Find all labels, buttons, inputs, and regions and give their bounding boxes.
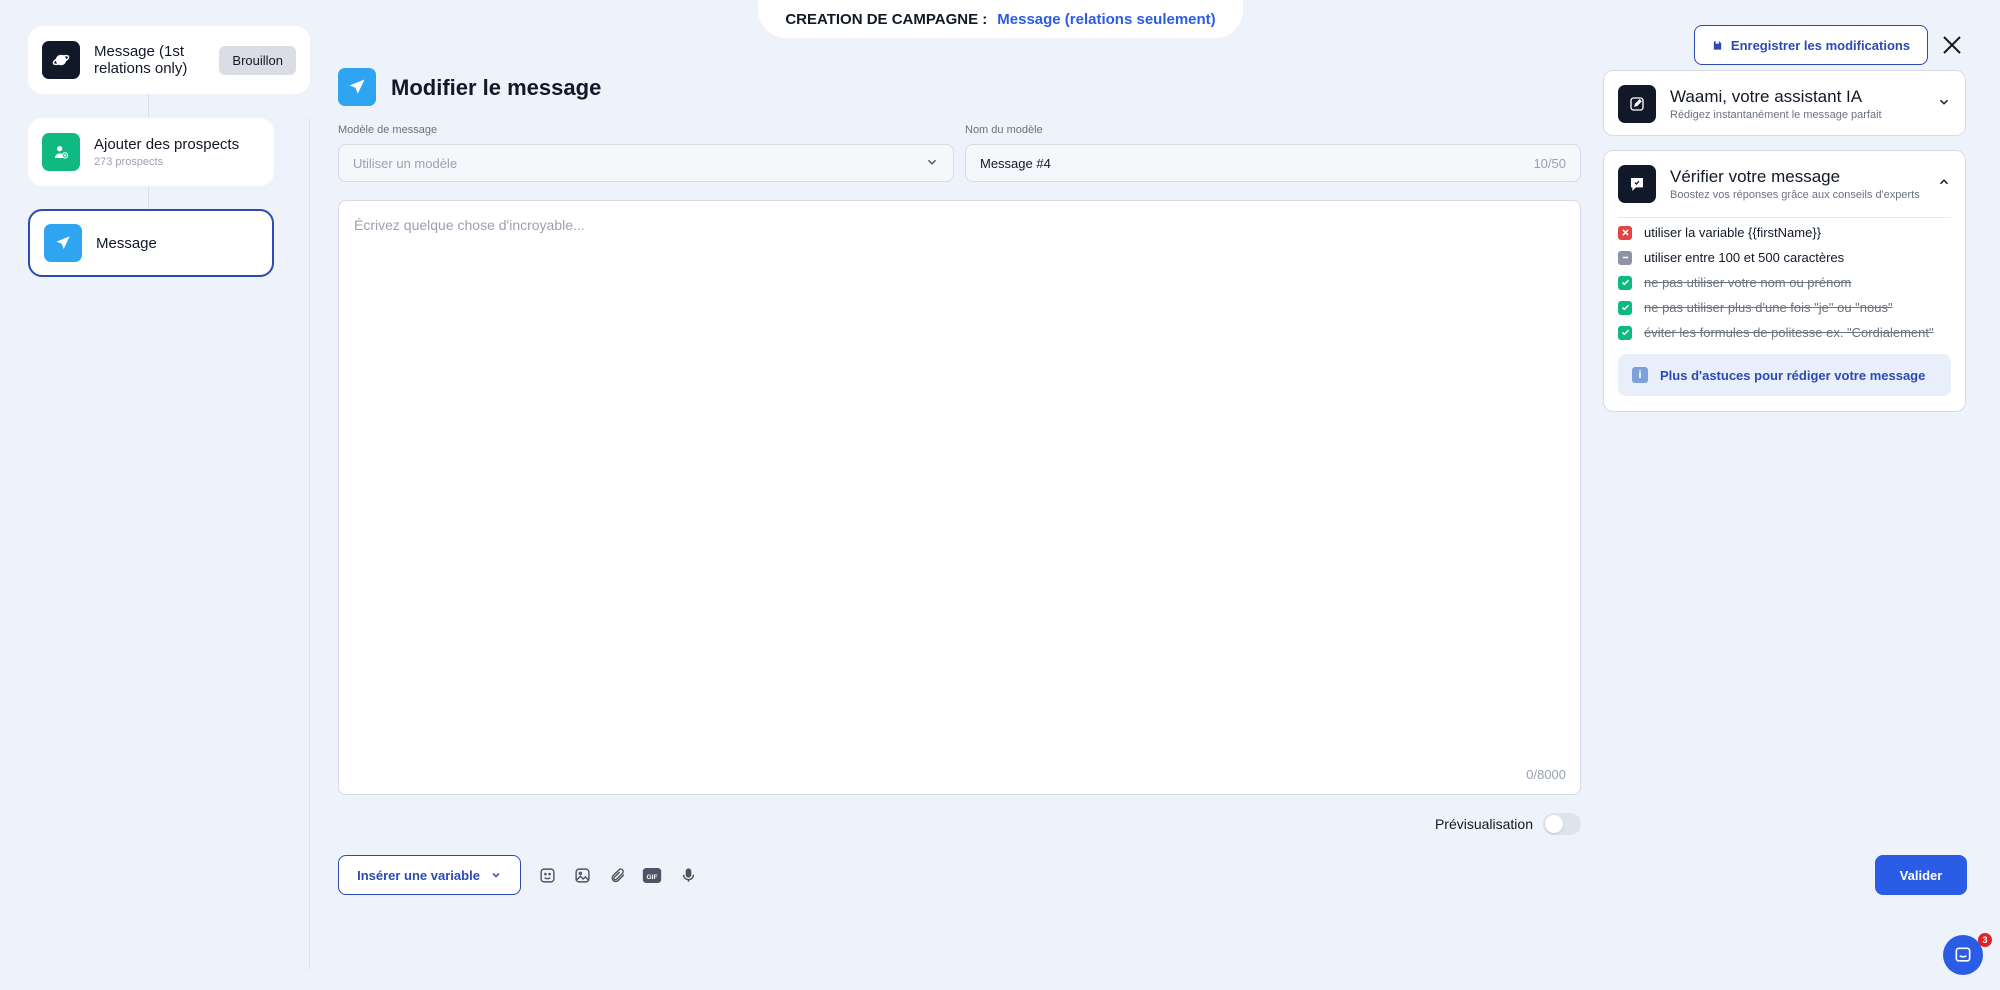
chat-check-icon: [1618, 165, 1656, 203]
step-message-campaign[interactable]: Message (1st relations only) Brouillon: [28, 26, 310, 94]
step-title: Ajouter des prospects: [94, 136, 240, 153]
save-changes-button[interactable]: Enregistrer les modifications: [1694, 25, 1928, 65]
preview-toggle-group: Prévisualisation: [1435, 813, 1581, 835]
template-name-value: Message #4: [980, 155, 1051, 171]
step-connector: [148, 94, 149, 118]
chevron-down-icon: [925, 155, 939, 172]
verify-title: Vérifier votre message: [1670, 167, 1841, 186]
check-item: ne pas utiliser plus d'une fois "je" ou …: [1618, 300, 1893, 315]
template-label: Modèle de message: [338, 124, 438, 136]
check-text: éviter les formules de politesse ex. "Co…: [1644, 325, 1934, 340]
more-tips-label: Plus d'astuces pour rédiger votre messag…: [1660, 367, 1926, 383]
info-icon: i: [1632, 367, 1648, 383]
planet-icon: [42, 41, 80, 79]
character-counter: 10/50: [1533, 155, 1566, 171]
check-text: ne pas utiliser votre nom ou prénom: [1644, 275, 1852, 290]
insert-variable-button[interactable]: Insérer une variable: [338, 855, 521, 895]
submit-button[interactable]: Valider: [1875, 855, 1967, 895]
editor-counter: 0/8000: [1526, 767, 1566, 782]
step-connector: [148, 186, 149, 209]
save-changes-label: Enregistrer les modifications: [1730, 37, 1911, 53]
send-icon: [338, 68, 376, 106]
check-item: utiliser entre 100 et 500 caractères: [1618, 250, 1844, 265]
campaign-label: CREATION DE CAMPAGNE :: [785, 10, 988, 28]
step-title: Message (1st relations only): [94, 43, 188, 77]
save-icon: [1713, 40, 1722, 50]
verify-subtitle: Boostez vos réponses grâce aux conseils …: [1670, 189, 1920, 201]
notification-badge: 3: [1978, 933, 1992, 947]
chevron-down-icon: [492, 872, 500, 878]
emoji-icon[interactable]: [536, 864, 558, 886]
image-icon[interactable]: [571, 864, 593, 886]
add-user-icon: [42, 133, 80, 171]
chat-icon: [1955, 947, 1971, 962]
close-icon[interactable]: [1940, 33, 1964, 57]
checkmark-icon: [1618, 300, 1632, 315]
step-title: Message: [96, 234, 157, 252]
template-placeholder: Utiliser un modèle: [353, 155, 458, 171]
attachment-icon[interactable]: [606, 864, 628, 886]
check-item: ne pas utiliser votre nom ou prénom: [1618, 275, 1851, 290]
campaign-type: Message (relations seulement): [997, 10, 1216, 28]
microphone-icon[interactable]: [677, 864, 699, 886]
step-add-prospects[interactable]: Ajouter des prospects 273 prospects: [28, 118, 274, 186]
name-label: Nom du modèle: [965, 124, 1043, 136]
check-text: ne pas utiliser plus d'une fois "je" ou …: [1644, 300, 1893, 315]
assistant-subtitle: Rédigez instantanément le message parfai…: [1670, 109, 1882, 121]
check-text: utiliser entre 100 et 500 caractères: [1644, 250, 1845, 265]
campaign-header-tab: CREATION DE CAMPAGNE : Message (relation…: [758, 0, 1243, 38]
checkmark-icon: [1618, 275, 1632, 290]
error-icon: [1618, 225, 1632, 240]
check-item: utiliser la variable {{firstName}}: [1618, 225, 1821, 240]
more-tips-link[interactable]: i Plus d'astuces pour rédiger votre mess…: [1618, 354, 1951, 396]
chevron-up-icon[interactable]: [1937, 175, 1951, 194]
card-divider: [1618, 217, 1951, 218]
edit-icon: [1618, 85, 1656, 123]
check-item: éviter les formules de politesse ex. "Co…: [1618, 325, 1934, 340]
send-icon: [44, 224, 82, 262]
chat-widget-button[interactable]: [1943, 935, 1983, 975]
panel-divider: [309, 118, 310, 970]
checkmark-icon: [1618, 325, 1632, 340]
step-message[interactable]: Message: [28, 209, 274, 277]
verify-message-card: Vérifier votre message Boostez vos répon…: [1603, 150, 1966, 412]
check-text: utiliser la variable {{firstName}}: [1644, 225, 1822, 240]
svg-text:GIF: GIF: [646, 873, 657, 880]
ai-assistant-card[interactable]: Waami, votre assistant IA Rédigez instan…: [1603, 70, 1966, 136]
page-title: Modifier le message: [391, 75, 602, 100]
preview-label: Prévisualisation: [1434, 816, 1533, 832]
editor-placeholder: Écrivez quelque chose d'incroyable...: [354, 217, 585, 233]
template-select[interactable]: Utiliser un modèle: [338, 144, 954, 182]
step-subtitle: 273 prospects: [94, 156, 164, 168]
chevron-down-icon[interactable]: [1937, 95, 1951, 114]
status-badge: Brouillon: [219, 45, 296, 75]
pending-icon: [1618, 250, 1632, 265]
template-name-input[interactable]: Message #4 10/50: [965, 144, 1581, 182]
insert-variable-label: Insérer une variable: [357, 867, 480, 883]
assistant-title: Waami, votre assistant IA: [1670, 87, 1863, 106]
preview-toggle[interactable]: [1543, 813, 1581, 835]
message-editor[interactable]: Écrivez quelque chose d'incroyable... 0/…: [338, 200, 1581, 795]
gif-icon[interactable]: GIF: [641, 864, 663, 886]
